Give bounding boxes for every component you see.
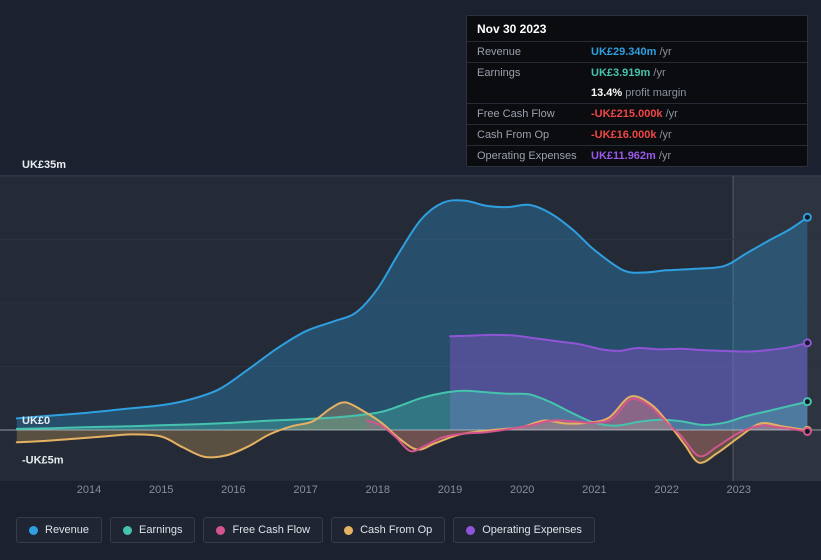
tooltip-suffix-earnings: /yr bbox=[650, 67, 666, 79]
earnings-dot-icon bbox=[123, 525, 133, 535]
tooltip-suffix-revenue: /yr bbox=[656, 46, 672, 58]
legend-label: Operating Expenses bbox=[482, 524, 582, 536]
chart-tooltip: Nov 30 2023 Revenue UK£29.340m /yr Earni… bbox=[466, 15, 808, 167]
tooltip-row-operating-expenses: Operating Expenses UK£11.962m /yr bbox=[467, 145, 807, 166]
legend-label: Cash From Op bbox=[360, 524, 433, 536]
x-axis-year-label: 2015 bbox=[149, 484, 173, 496]
chart-legend: Revenue Earnings Free Cash Flow Cash From O… bbox=[16, 517, 595, 543]
tooltip-label-operating-expenses: Operating Expenses bbox=[477, 150, 577, 162]
x-axis-year-label: 2014 bbox=[77, 484, 101, 496]
tooltip-value-revenue: UK£29.340m bbox=[591, 46, 657, 58]
revenue-end-marker bbox=[802, 212, 812, 222]
tooltip-label-revenue: Revenue bbox=[477, 46, 522, 58]
tooltip-label-free-cash-flow: Free Cash Flow bbox=[477, 108, 555, 120]
legend-label: Earnings bbox=[139, 524, 183, 536]
tooltip-row-earnings: Earnings UK£3.919m /yr bbox=[467, 62, 807, 83]
x-axis-year-label: 2018 bbox=[366, 484, 390, 496]
tooltip-row-free-cash-flow: Free Cash Flow -UK£215.000k /yr bbox=[467, 103, 807, 124]
tooltip-suffix-cash-from-op: /yr bbox=[656, 129, 672, 141]
tooltip-value-earnings: UK£3.919m bbox=[591, 67, 651, 79]
x-axis-year-label: 2022 bbox=[654, 484, 678, 496]
free-cash-flow-end-marker bbox=[802, 426, 812, 436]
tooltip-row-cash-from-op: Cash From Op -UK£16.000k /yr bbox=[467, 124, 807, 145]
tooltip-label-earnings: Earnings bbox=[477, 67, 521, 79]
tooltip-row-profit-margin: 13.4% profit margin bbox=[467, 83, 807, 103]
legend-item-cash-from-op[interactable]: Cash From Op bbox=[331, 517, 446, 543]
legend-item-earnings[interactable]: Earnings bbox=[110, 517, 196, 543]
tooltip-date: Nov 30 2023 bbox=[467, 16, 807, 42]
legend-label: Revenue bbox=[45, 524, 90, 536]
y-axis-zero-label: UK£0 bbox=[22, 415, 50, 427]
legend-item-revenue[interactable]: Revenue bbox=[16, 517, 103, 543]
legend-item-operating-expenses[interactable]: Operating Expenses bbox=[453, 517, 595, 543]
x-axis-year-label: 2019 bbox=[438, 484, 462, 496]
x-axis-year-label: 2016 bbox=[221, 484, 245, 496]
tooltip-suffix-profit-margin: profit margin bbox=[622, 87, 687, 99]
tooltip-row-revenue: Revenue UK£29.340m /yr bbox=[467, 42, 807, 62]
x-axis-year-label: 2023 bbox=[727, 484, 751, 496]
y-axis-max-label: UK£35m bbox=[22, 159, 66, 171]
y-axis-negative-label: -UK£5m bbox=[22, 454, 64, 466]
tooltip-suffix-operating-expenses: /yr bbox=[655, 150, 672, 162]
earnings-end-marker bbox=[802, 397, 812, 407]
legend-label: Free Cash Flow bbox=[232, 524, 311, 536]
financial-history-panel: UK£35m UK£0 -UK£5m 2014 2015 2016 2017 2018 2019… bbox=[0, 0, 821, 560]
tooltip-value-profit-margin: 13.4% bbox=[591, 87, 623, 99]
x-axis-year-label: 2020 bbox=[510, 484, 534, 496]
operating-expenses-dot-icon bbox=[466, 525, 476, 535]
tooltip-value-free-cash-flow: -UK£215.000k bbox=[591, 108, 663, 120]
revenue-dot-icon bbox=[29, 525, 38, 535]
x-axis-year-label: 2017 bbox=[293, 484, 317, 496]
x-axis-year-label: 2021 bbox=[582, 484, 606, 496]
tooltip-label-cash-from-op: Cash From Op bbox=[477, 129, 550, 141]
operating-expenses-end-marker bbox=[802, 338, 812, 348]
legend-item-free-cash-flow[interactable]: Free Cash Flow bbox=[203, 517, 324, 543]
tooltip-suffix-free-cash-flow: /yr bbox=[662, 108, 678, 120]
cash-from-op-dot-icon bbox=[344, 525, 354, 535]
tooltip-value-cash-from-op: -UK£16.000k bbox=[591, 129, 657, 141]
free-cash-flow-dot-icon bbox=[216, 525, 226, 535]
tooltip-value-operating-expenses: UK£11.962m bbox=[591, 150, 656, 162]
